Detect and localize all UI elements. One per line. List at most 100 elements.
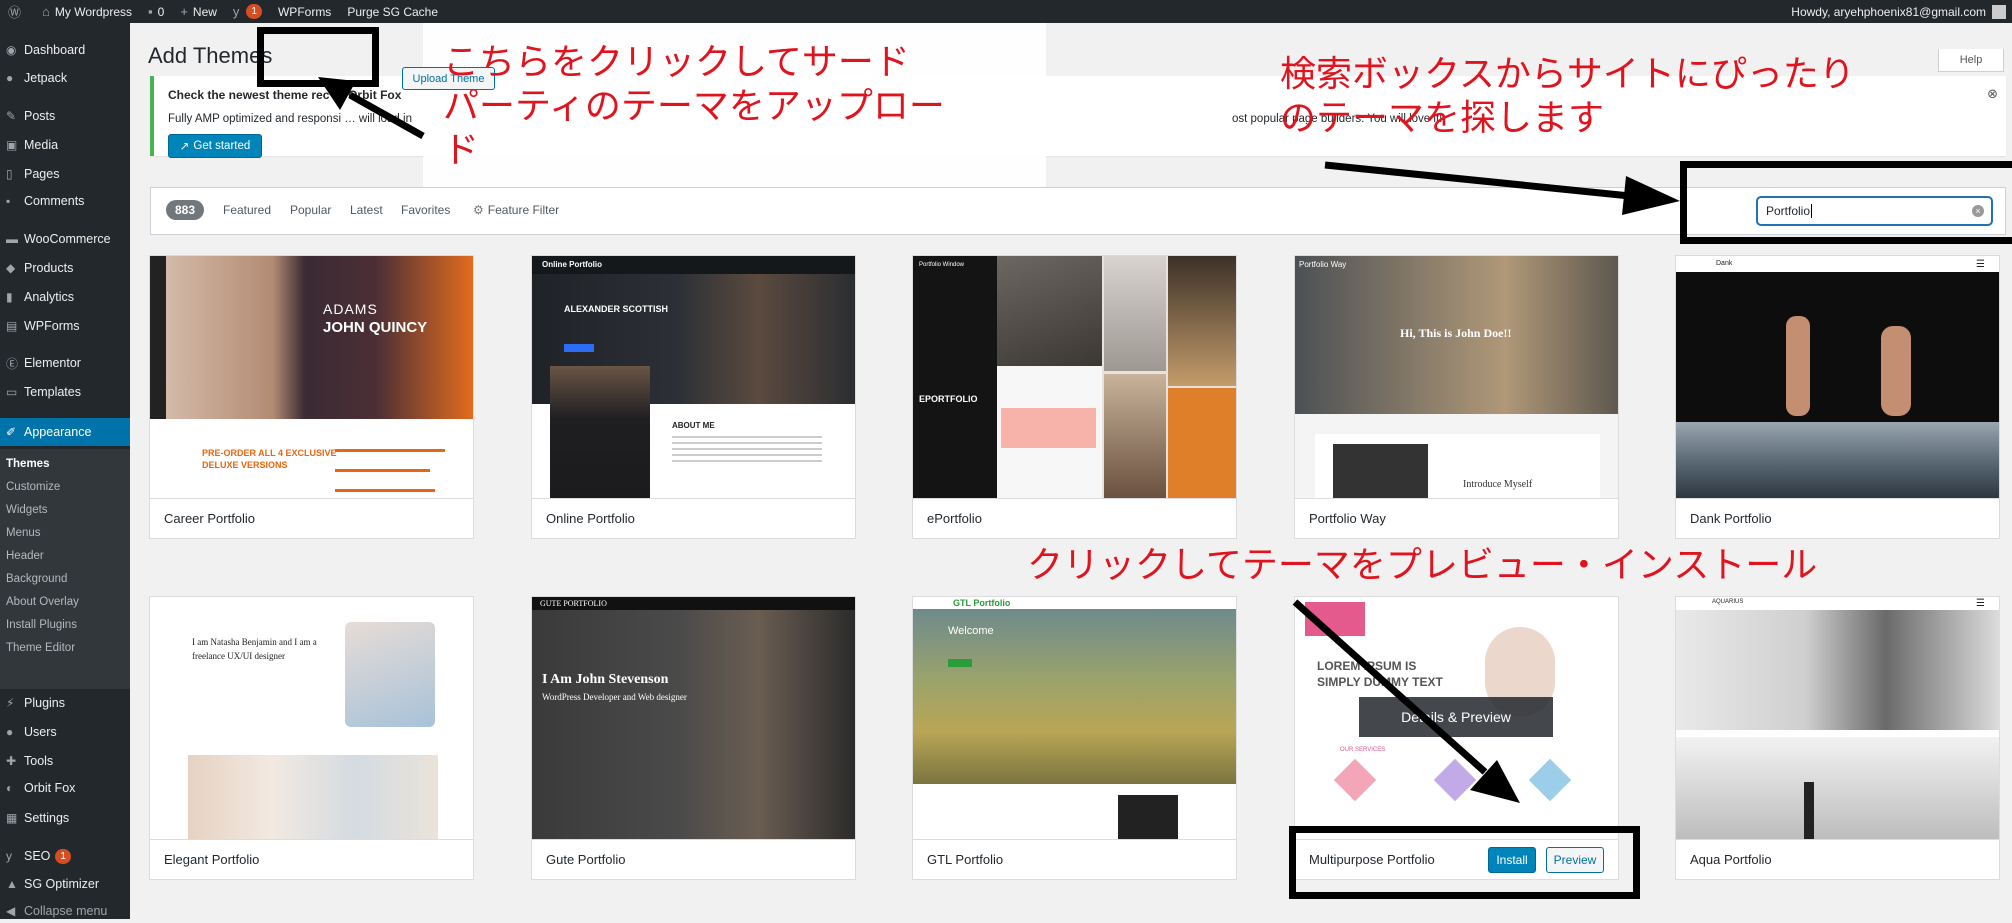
gear-icon: ⚙	[473, 203, 484, 217]
submenu-theme-editor[interactable]: Theme Editor	[6, 642, 75, 654]
menu-pages[interactable]: ▯ Pages	[0, 162, 130, 186]
yoast-icon: y	[232, 4, 240, 19]
menu-plugins[interactable]: ⚡ Plugins	[0, 691, 130, 715]
menu-collapse[interactable]: ◀ Collapse menu	[0, 899, 130, 923]
highlight-upload-box	[257, 27, 379, 87]
admin-bar: Ⓦ ⌂ My Wordpress ▪ 0 + New y1 WPForms Purge…	[0, 0, 2012, 23]
dismiss-notice-icon[interactable]: ⊗	[1987, 86, 1998, 102]
submenu-header[interactable]: Header	[6, 550, 44, 562]
theme-screenshot: Portfolio Way Hi, This is John Doe!! Int…	[1295, 256, 1618, 498]
theme-card[interactable]: Portfolio Way Hi, This is John Doe!! Int…	[1294, 255, 1619, 539]
theme-card[interactable]: AQUARIUS ☰ Aqua Portfolio	[1675, 596, 2000, 880]
menu-dashboard[interactable]: ◉ Dashboard	[0, 38, 130, 62]
box-icon: ◆	[6, 261, 16, 275]
theme-screenshot: I am Natasha Benjamin and I am a freelan…	[150, 597, 473, 839]
theme-screenshot: Dank ☰	[1676, 256, 1999, 498]
brush-icon: ✐	[6, 425, 17, 439]
menu-templates[interactable]: ▭ Templates	[0, 380, 130, 404]
hamburger-icon: ☰	[1976, 259, 1985, 270]
submenu-menus[interactable]: Menus	[6, 527, 41, 539]
hamburger-icon: ☰	[1976, 598, 1985, 609]
folder-icon: ▭	[6, 385, 18, 399]
theme-screenshot: AQUARIUS ☰	[1676, 597, 1999, 839]
theme-name: Online Portfolio	[546, 511, 635, 526]
annotation-search: 検索ボックスからサイトにぴったり のテーマを探します	[1280, 53, 1855, 138]
theme-card[interactable]: ADAMS JOHN QUINCY PRE-ORDER ALL 4 EXCLUS…	[149, 255, 474, 539]
menu-elementor[interactable]: Ⓔ Elementor	[0, 351, 130, 375]
theme-count-badge: 883	[166, 200, 204, 220]
submenu-about-overlay[interactable]: About Overlay	[6, 596, 79, 608]
highlight-install-box	[1289, 826, 1640, 899]
theme-name: Career Portfolio	[164, 511, 256, 526]
collapse-icon: ◀	[6, 904, 16, 918]
menu-tools[interactable]: ✚ Tools	[0, 749, 130, 773]
seo-icon: y	[6, 849, 12, 863]
feature-filter-button[interactable]: ⚙ Feature Filter	[473, 203, 559, 217]
menu-wpforms[interactable]: ▤ WPForms	[0, 314, 130, 338]
main-content: Add Themes Help Check the newest theme r…	[130, 23, 2012, 919]
menu-settings[interactable]: ▦ Settings	[0, 806, 130, 830]
menu-products[interactable]: ◆ Products	[0, 256, 130, 280]
dashboard-icon: ◉	[6, 43, 17, 57]
elementor-icon: Ⓔ	[6, 356, 19, 371]
menu-comments[interactable]: ▪ Comments	[0, 189, 130, 213]
details-preview-overlay[interactable]: Details & Preview	[1359, 697, 1553, 737]
menu-posts[interactable]: ✎ Posts	[0, 104, 130, 128]
comments-link[interactable]: ▪ 0	[140, 0, 172, 23]
menu-jetpack[interactable]: ● Jetpack	[0, 66, 130, 90]
menu-seo[interactable]: y SEO 1	[0, 844, 130, 868]
submenu-widgets[interactable]: Widgets	[6, 504, 48, 516]
theme-name: Dank Portfolio	[1690, 511, 1772, 526]
external-link-icon: ↗	[179, 141, 190, 153]
tab-featured[interactable]: Featured	[223, 203, 271, 217]
help-tab-button[interactable]: Help	[1938, 49, 2004, 72]
theme-name: Aqua Portfolio	[1690, 852, 1772, 867]
theme-card[interactable]: Portfolio Window EPORTFOLIO ePortfolio	[912, 255, 1237, 539]
purge-cache-link[interactable]: Purge SG Cache	[339, 0, 446, 23]
theme-name: ePortfolio	[927, 511, 982, 526]
form-icon: ▤	[6, 319, 18, 333]
tab-latest[interactable]: Latest	[350, 203, 383, 217]
theme-card[interactable]: Dank ☰ Dank Portfolio	[1675, 255, 2000, 539]
menu-woocommerce[interactable]: ▬ WooCommerce	[0, 227, 130, 251]
wpforms-link[interactable]: WPForms	[270, 0, 339, 23]
submenu-themes[interactable]: Themes	[6, 458, 49, 470]
tab-popular[interactable]: Popular	[290, 203, 331, 217]
avatar[interactable]	[1992, 4, 2006, 19]
site-name-link[interactable]: ⌂ My Wordpress	[34, 0, 140, 23]
theme-screenshot: Portfolio Window EPORTFOLIO	[913, 256, 1236, 498]
theme-card[interactable]: Online Portfolio ALEXANDER SCOTTISH ABOU…	[531, 255, 856, 539]
updates-link[interactable]: y1	[225, 0, 270, 23]
comment-icon: ▪	[148, 4, 153, 19]
theme-screenshot: GUTE PORTFOLIO I Am John Stevenson WordP…	[532, 597, 855, 839]
get-started-button[interactable]: ↗ Get started	[168, 134, 262, 158]
home-icon: ⌂	[42, 4, 50, 19]
menu-users[interactable]: ● Users	[0, 720, 130, 744]
new-content-link[interactable]: + New	[172, 0, 225, 23]
menu-orbit-fox[interactable]: ◐ Orbit Fox	[0, 776, 130, 800]
howdy-account[interactable]: Howdy, aryehphoenix81@gmail.com	[1791, 5, 1986, 19]
woo-icon: ▬	[6, 232, 18, 246]
comment-icon: ▪	[6, 194, 11, 208]
theme-name: Elegant Portfolio	[164, 852, 260, 867]
theme-card[interactable]: I am Natasha Benjamin and I am a freelan…	[149, 596, 474, 880]
tab-favorites[interactable]: Favorites	[401, 203, 450, 217]
theme-card[interactable]: GTL Portfolio Welcome GTL Portfolio	[912, 596, 1237, 880]
submenu-customize[interactable]: Customize	[6, 481, 60, 493]
page-title: Add Themes	[148, 43, 273, 68]
appearance-submenu: Themes Customize Widgets Menus Header Ba…	[0, 449, 130, 689]
settings-icon: ▦	[6, 811, 18, 825]
menu-analytics[interactable]: ▮ Analytics	[0, 285, 130, 309]
menu-media[interactable]: ▣ Media	[0, 133, 130, 157]
submenu-install-plugins[interactable]: Install Plugins	[6, 619, 77, 631]
menu-appearance[interactable]: ✐ Appearance	[0, 418, 130, 446]
updates-badge: 1	[246, 4, 262, 19]
chart-icon: ▮	[6, 290, 13, 304]
admin-sidebar: ◉ Dashboard ● Jetpack ✎ Posts ▣ Media ▯ Pages…	[0, 23, 130, 919]
highlight-search-box	[1680, 161, 2012, 244]
submenu-background[interactable]: Background	[6, 573, 67, 585]
wp-logo[interactable]: Ⓦ	[0, 0, 34, 23]
theme-card[interactable]: GUTE PORTFOLIO I Am John Stevenson WordP…	[531, 596, 856, 880]
menu-sg-optimizer[interactable]: ▲ SG Optimizer	[0, 872, 130, 896]
user-icon: ●	[6, 725, 14, 739]
